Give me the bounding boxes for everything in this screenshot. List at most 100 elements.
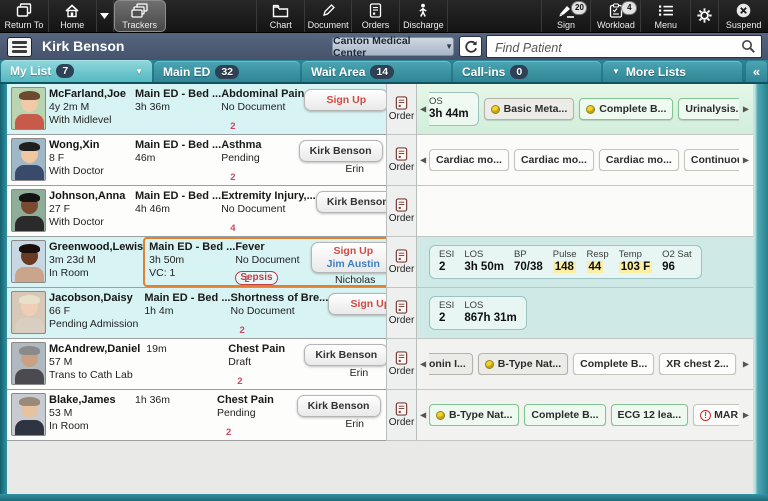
order-chip[interactable]: Cardiac mo...: [513, 149, 594, 171]
order-button[interactable]: Order: [387, 390, 416, 441]
patient-row[interactable]: Blake,James 53 M In Room 1h 36m Chest Pa…: [7, 390, 386, 441]
order-chip[interactable]: Complete B...: [579, 98, 674, 120]
note-count-marker[interactable]: 2: [237, 376, 242, 387]
provider-button[interactable]: Kirk Benson: [304, 344, 389, 366]
tab-my-list[interactable]: My List 7 ▼: [1, 60, 152, 82]
patient-row[interactable]: Johnson,Anna 27 F With Doctor Main ED - …: [7, 186, 400, 237]
vitals-chip[interactable]: OS 3h 44m: [429, 92, 479, 126]
order-button[interactable]: Order: [387, 237, 416, 288]
gear-icon: [696, 8, 713, 24]
order-chip[interactable]: Complete B...: [573, 353, 655, 375]
tab-call-ins[interactable]: Call-ins 0: [453, 61, 601, 82]
scroll-right-arrow[interactable]: ▶: [743, 156, 749, 165]
sign-up-button[interactable]: Sign Up Jim Austin: [311, 242, 396, 273]
sign-button[interactable]: 20 Sign: [542, 0, 592, 32]
tab-main-ed[interactable]: Main ED 32: [154, 61, 300, 82]
patient-name[interactable]: Jacobson,Daisy: [49, 292, 138, 305]
hamburger-menu-button[interactable]: [7, 37, 32, 57]
patient-name[interactable]: Johnson,Anna: [49, 190, 129, 203]
patient-photo[interactable]: [7, 390, 49, 440]
patient-row[interactable]: McAndrew,Daniel 57 M Trans to Cath Lab 1…: [7, 339, 389, 390]
order-button[interactable]: Order: [387, 84, 416, 135]
vitals-chip[interactable]: ESI 2 LOS 867h 31m: [429, 296, 527, 330]
order-chip[interactable]: Complete B...: [524, 404, 606, 426]
scroll-left-arrow[interactable]: ◀: [420, 360, 426, 369]
patient-name[interactable]: Wong,Xin: [49, 139, 129, 152]
patient-row[interactable]: McFarland,Joe 4y 2m M With Midlevel Main…: [7, 84, 389, 135]
workload-button[interactable]: 4 Workload: [591, 0, 642, 32]
order-button[interactable]: Order: [387, 135, 416, 186]
order-button[interactable]: Order: [387, 186, 416, 237]
collapse-panel-button[interactable]: «: [746, 61, 767, 82]
patient-name[interactable]: McFarland,Joe: [49, 88, 129, 101]
note-count-marker[interactable]: 2: [244, 274, 249, 285]
patient-photo[interactable]: [7, 135, 49, 185]
patient-row[interactable]: Wong,Xin 8 F With Doctor Main ED - Bed .…: [7, 135, 386, 186]
patient-name[interactable]: Greenwood,Lewis: [49, 241, 143, 254]
order-button[interactable]: Order: [387, 339, 416, 390]
tab-count-badge: 0: [510, 64, 529, 79]
suspend-button[interactable]: Suspend: [719, 0, 768, 32]
patient-list: McFarland,Joe 4y 2m M With Midlevel Main…: [7, 84, 413, 441]
patient-name[interactable]: McAndrew,Daniel: [49, 343, 140, 356]
patient-photo[interactable]: [7, 237, 49, 287]
order-chip[interactable]: Basic Meta...: [483, 98, 575, 120]
patient-photo[interactable]: [7, 339, 49, 389]
order-chip[interactable]: Cardiac mo...: [429, 149, 509, 171]
order-chip[interactable]: ECG 12 lea...: [610, 404, 689, 426]
order-chip[interactable]: Urinalysis...: [678, 98, 739, 120]
status-dot-icon: [490, 104, 500, 114]
chart-button[interactable]: Chart: [257, 0, 306, 32]
provider-button[interactable]: Kirk Benson: [296, 395, 381, 417]
home-dropdown-button[interactable]: [97, 0, 114, 32]
provider-button[interactable]: Kirk Benson: [298, 140, 383, 162]
scroll-left-arrow[interactable]: ◀: [420, 411, 426, 420]
patient-name[interactable]: Blake,James: [49, 394, 129, 407]
scroll-right-arrow[interactable]: ▶: [743, 411, 749, 420]
patient-row-selected[interactable]: Greenwood,Lewis 3m 23d M In Room Main ED…: [7, 237, 398, 288]
vitals-chip[interactable]: ESI 2 LOS 3h 50m BP 70/38 Pulse 148 Resp 44 Temp 10…: [429, 245, 702, 279]
return-to-button[interactable]: Return To: [0, 0, 49, 32]
search-icon[interactable]: [741, 39, 756, 59]
scroll-left-arrow[interactable]: ◀: [420, 156, 426, 165]
patient-photo[interactable]: [7, 288, 49, 338]
trackers-button[interactable]: Trackers: [113, 0, 166, 32]
order-chip[interactable]: Continuous...: [683, 149, 739, 171]
doc-status: No Document: [221, 203, 286, 215]
patient-row[interactable]: Jacobson,Daisy 66 F Pending Admission Ma…: [7, 288, 413, 339]
order-button[interactable]: Order: [387, 288, 416, 339]
vital-label: Temp: [618, 249, 642, 260]
order-chip-label: Cardiac mo...: [520, 154, 587, 166]
patient-photo[interactable]: [7, 84, 49, 134]
wait-time: 3h 36m: [135, 101, 171, 113]
order-chip[interactable]: XR chest 2...: [659, 353, 736, 375]
patient-photo[interactable]: [7, 186, 49, 236]
order-chip[interactable]: B-Type Nat...: [429, 404, 520, 426]
search-input[interactable]: [493, 37, 737, 58]
document-button[interactable]: Document: [305, 0, 353, 32]
tab-wait-area[interactable]: Wait Area 14: [302, 61, 451, 82]
note-count-marker[interactable]: 2: [230, 172, 235, 183]
facility-dropdown[interactable]: Canton Medical Center ▼: [332, 35, 454, 59]
note-count-marker[interactable]: 2: [230, 121, 235, 132]
patient-status: With Midlevel: [49, 114, 112, 126]
refresh-button[interactable]: [459, 36, 482, 57]
order-chip[interactable]: B-Type Nat...: [477, 353, 569, 375]
order-chip[interactable]: Cardiac mo...: [598, 149, 679, 171]
home-button[interactable]: Home: [49, 0, 97, 32]
order-chip[interactable]: ! MAR: [693, 404, 739, 426]
order-form-icon: [395, 249, 408, 263]
scroll-right-arrow[interactable]: ▶: [743, 105, 749, 114]
menu-button[interactable]: Menu: [641, 0, 692, 32]
settings-button[interactable]: [691, 0, 720, 32]
sign-up-button[interactable]: Sign Up: [304, 89, 389, 111]
note-count-marker[interactable]: 2: [226, 427, 231, 438]
scroll-left-arrow[interactable]: ◀: [420, 105, 426, 114]
scroll-right-arrow[interactable]: ▶: [743, 360, 749, 369]
tab-more-lists[interactable]: ▼ More Lists: [603, 61, 742, 82]
note-count-marker[interactable]: 2: [240, 325, 245, 336]
order-chip[interactable]: onin I...: [429, 353, 473, 375]
note-count-marker[interactable]: 4: [230, 223, 235, 234]
orders-button[interactable]: Orders: [352, 0, 400, 32]
discharge-button[interactable]: Discharge: [400, 0, 448, 32]
